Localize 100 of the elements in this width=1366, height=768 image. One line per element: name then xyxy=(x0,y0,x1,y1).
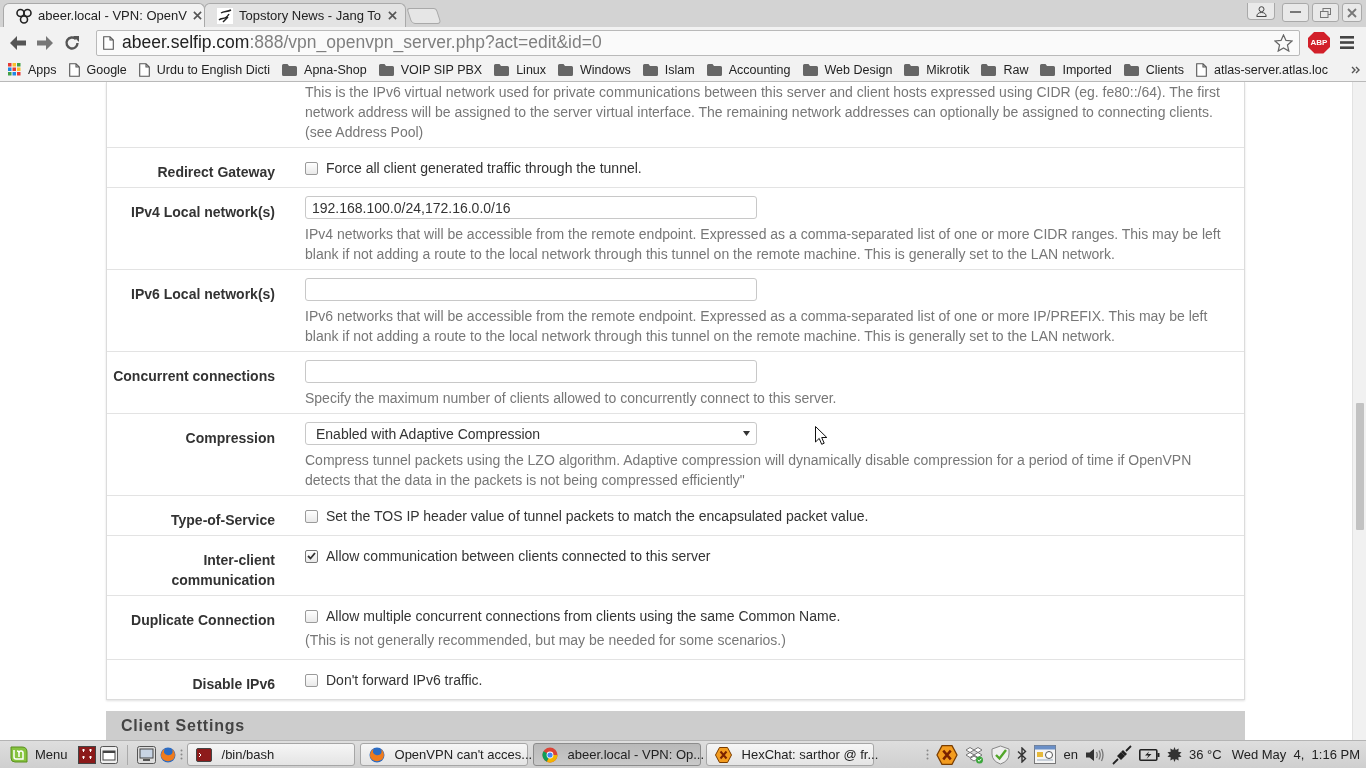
minimize-button[interactable] xyxy=(1282,3,1309,22)
browser-tab[interactable]: abeer.local - VPN: OpenV xyxy=(3,3,205,27)
field-label: IPv4 Local network(s) xyxy=(131,203,275,222)
bookmark[interactable]: VOIP SIP PBX xyxy=(378,62,483,77)
dropdown[interactable]: Enabled with Adaptive Compression xyxy=(305,422,757,445)
bookmark[interactable]: Windows xyxy=(558,62,631,77)
folder-icon xyxy=(494,63,510,76)
plug-icon[interactable] xyxy=(1111,744,1132,765)
menu-icon[interactable] xyxy=(1340,36,1354,49)
close-icon[interactable] xyxy=(1347,7,1357,18)
bookmark[interactable]: Clients xyxy=(1123,62,1184,77)
clock-text[interactable]: Wed May 4, 1:16 PM xyxy=(1231,747,1360,762)
bookmark-label: Apps xyxy=(28,62,57,77)
taskbar-window-button[interactable]: abeer.local - VPN: Op... xyxy=(532,743,701,766)
field-label: Inter-client communication xyxy=(170,551,275,590)
folder-icon xyxy=(282,63,298,76)
bookmark[interactable]: Linux xyxy=(494,62,547,77)
text-field[interactable] xyxy=(305,278,757,301)
back-icon[interactable] xyxy=(10,35,26,50)
profile-button[interactable] xyxy=(1247,3,1275,20)
sun-icon xyxy=(1166,747,1182,762)
folder-icon xyxy=(706,63,722,76)
bookmark[interactable]: Web Design xyxy=(802,62,893,77)
folder-icon xyxy=(1040,63,1056,76)
grid-icon[interactable] xyxy=(77,745,96,764)
help-text: This is the IPv6 virtual network used for private communications between this server and client hosts expressed using CIDR (eg. fe80::/64). The first network address will be assigned to the server virtual interface. The remaining network addresses can optionally be assigned to connecting clients. (see Address Pool) xyxy=(305,83,1221,142)
tab-title: Topstory News - Jang To xyxy=(239,8,382,23)
bookmark-label: Accounting xyxy=(728,62,791,77)
bookmark[interactable]: Google xyxy=(68,62,127,77)
checkbox-label: Force all client generated traffic through the tunnel. xyxy=(326,159,642,178)
calendar-icon[interactable] xyxy=(1034,745,1057,764)
field-label: Disable IPv6 xyxy=(192,675,275,694)
bluetooth-icon[interactable] xyxy=(1017,746,1028,763)
folder-icon xyxy=(378,63,394,76)
hexagon-x-icon[interactable] xyxy=(936,744,959,765)
shield-check-icon[interactable] xyxy=(991,744,1011,765)
help-text: Compress tunnel packets using the LZO algorithm. Adaptive compression will dynamically disable compression for a period of time if OpenVPN detects that the data in the packets is not being compressed efficiently" xyxy=(305,451,1193,490)
window-close-button[interactable] xyxy=(1342,3,1362,22)
apps-grid-icon xyxy=(8,63,21,76)
field-label: Duplicate Connection xyxy=(131,611,275,630)
reload-icon[interactable] xyxy=(64,34,80,51)
hexagon-x-icon xyxy=(714,746,732,763)
bookmark-label: Web Design xyxy=(824,62,893,77)
bookmark-label: Windows xyxy=(580,62,631,77)
scrollbar-thumb[interactable] xyxy=(1356,403,1364,530)
folder-icon xyxy=(802,63,818,76)
close-icon[interactable] xyxy=(388,11,397,20)
bookmark[interactable]: Imported xyxy=(1040,62,1112,77)
temperature-text: 36 °C xyxy=(1188,747,1222,762)
checkbox[interactable] xyxy=(305,549,318,563)
address-bar[interactable]: abeer.selfip.com:888/vpn_openvpn_server.php?act=edit&id=0 xyxy=(96,29,1300,56)
double-chevron-icon[interactable] xyxy=(1351,65,1360,74)
forward-icon[interactable] xyxy=(37,35,53,50)
bookmark-label: Google xyxy=(86,62,127,77)
taskbar-window-button[interactable]: /bin/bash xyxy=(186,743,355,766)
page-icon xyxy=(138,62,150,77)
bookmark[interactable]: Mikrotik xyxy=(904,62,970,77)
terminal-icon xyxy=(195,747,212,762)
text-field[interactable]: 192.168.100.0/24,172.16.0.0/16 xyxy=(305,196,757,219)
minimize-icon xyxy=(1290,11,1301,14)
extension-button[interactable]: ABP xyxy=(1308,31,1330,54)
speaker-icon[interactable] xyxy=(1084,746,1105,763)
browser-tab[interactable]: Topstory News - Jang To xyxy=(204,3,406,27)
circle-logo-icon xyxy=(541,746,558,763)
monitor-icon[interactable] xyxy=(136,745,156,764)
help-text: IPv6 networks that will be accessible from the remote endpoint. Expressed as a comma-separated list of one or more IP/PREFIX. This may be left blank if not adding a route to the local network through this tunnel on the remote machine. This is generally set to the LAN network. xyxy=(305,307,1209,346)
star-icon[interactable] xyxy=(1274,33,1293,52)
close-icon[interactable] xyxy=(192,11,202,20)
keyboard-layout-text[interactable]: en xyxy=(1063,747,1078,762)
bookmark[interactable]: Raw xyxy=(981,62,1029,77)
checkbox-label: Set the TOS IP header value of tunnel packets to match the encapsulated packet value. xyxy=(326,507,869,526)
folder-icon xyxy=(558,63,574,76)
folder-icon xyxy=(981,63,997,76)
folder-icon xyxy=(642,63,658,76)
text-field[interactable] xyxy=(305,360,757,383)
caret-icon xyxy=(743,431,750,436)
field-label: Concurrent connections xyxy=(113,367,275,386)
bookmark-label: Apna-Shop xyxy=(304,62,367,77)
bookmark[interactable]: Apps xyxy=(8,62,57,77)
help-text: (This is not generally recommended, but may be needed for some scenarios.) xyxy=(305,631,786,650)
section-header: Client Settings xyxy=(106,711,1245,740)
menu-button[interactable]: Menu xyxy=(8,742,74,767)
window-icon[interactable] xyxy=(99,745,118,764)
battery-icon[interactable] xyxy=(1138,747,1160,762)
bookmark[interactable]: Islam xyxy=(642,62,695,77)
folder-icon xyxy=(904,63,920,76)
checkbox[interactable] xyxy=(305,509,318,523)
field-label: Type-of-Service xyxy=(171,511,275,530)
restore-icon xyxy=(1320,7,1331,18)
bookmark[interactable]: Accounting xyxy=(706,62,791,77)
restore-button[interactable] xyxy=(1312,3,1339,22)
help-text: IPv4 networks that will be accessible from the remote endpoint. Expressed as a comma-separated list of one or more CIDR ranges. This may be left blank if not adding a route to the local network through this tunnel on the remote machine. This is generally set to the LAN network. xyxy=(305,225,1222,264)
bookmark[interactable]: Apna-Shop xyxy=(282,62,367,77)
bookmark-label: Clients xyxy=(1145,62,1184,77)
checkbox[interactable] xyxy=(305,673,318,687)
checkbox[interactable] xyxy=(305,161,318,175)
checkbox[interactable] xyxy=(305,609,318,623)
checkbox-label: Don't forward IPv6 traffic. xyxy=(326,671,483,690)
field-label: Compression xyxy=(185,429,275,448)
boxes-icon[interactable] xyxy=(965,745,985,764)
